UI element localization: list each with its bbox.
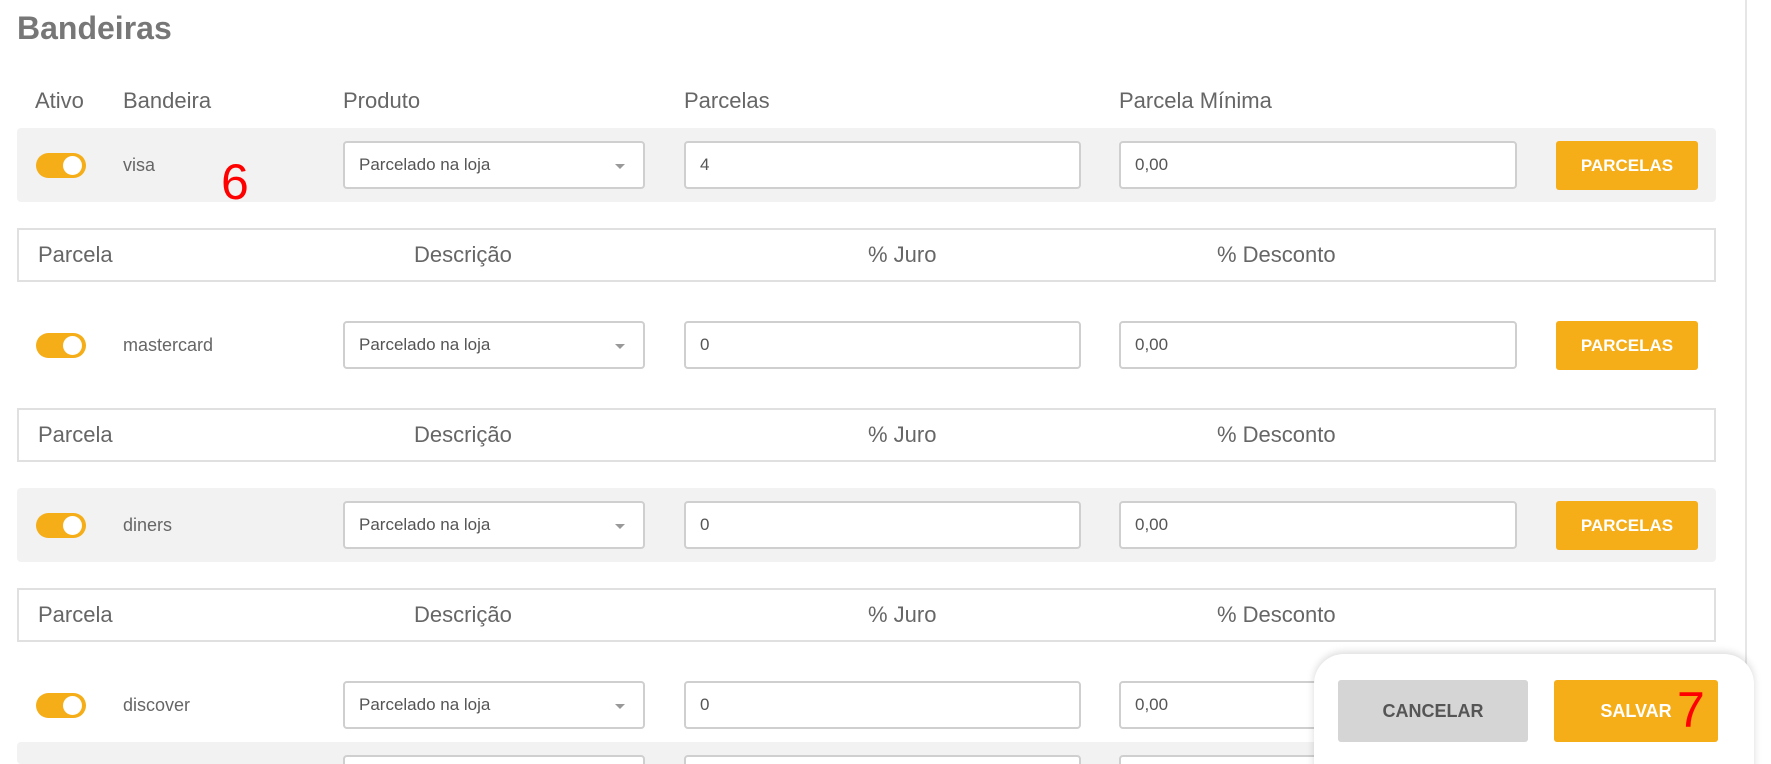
column-header-ativo: Ativo — [35, 88, 84, 113]
installments-table-header: Parcela Descrição % Juro % Desconto — [17, 408, 1716, 462]
produto-select-value: Parcelado na loja — [359, 515, 491, 534]
caret-down-icon — [615, 164, 625, 169]
brand-row-visa: visa Parcelado na loja 4 0,00 PARCELAS — [17, 128, 1716, 202]
sub-header-desconto: % Desconto — [1217, 242, 1336, 267]
sub-header-juro: % Juro — [868, 602, 937, 627]
caret-down-icon — [615, 524, 625, 529]
parcelas-input[interactable]: 0 — [684, 501, 1081, 549]
toggle-knob — [63, 336, 82, 355]
active-toggle[interactable] — [36, 333, 86, 358]
active-toggle[interactable] — [36, 693, 86, 718]
column-header-parcela-minima: Parcela Mínima — [1119, 88, 1272, 113]
sub-header-descricao: Descrição — [414, 602, 512, 627]
sub-header-descricao: Descrição — [414, 242, 512, 267]
active-toggle[interactable] — [36, 153, 86, 178]
column-header-bandeira: Bandeira — [123, 88, 212, 113]
column-header-produto: Produto — [343, 88, 421, 113]
sub-header-juro: % Juro — [868, 422, 937, 447]
produto-select[interactable]: Parcelado na loja — [343, 321, 645, 369]
parcelas-input[interactable]: 0 — [684, 681, 1081, 729]
caret-down-icon — [615, 344, 625, 349]
sub-header-parcela: Parcela — [38, 242, 113, 267]
sub-header-descricao: Descrição — [414, 422, 512, 447]
produto-select[interactable]: Parcelado na loja — [343, 501, 645, 549]
parcelas-button[interactable]: PARCELAS — [1556, 321, 1698, 370]
column-header-parcelas: Parcelas — [684, 88, 770, 113]
parcela-minima-input[interactable]: 0,00 — [1119, 321, 1517, 369]
sub-header-desconto: % Desconto — [1217, 422, 1336, 447]
brand-name: discover — [123, 695, 191, 715]
annotation-marker: 6 — [221, 154, 249, 210]
toggle-knob — [63, 516, 82, 535]
active-toggle[interactable] — [36, 513, 86, 538]
toggle-knob — [63, 156, 82, 175]
brand-name: visa — [123, 155, 156, 175]
produto-select-value: Parcelado na loja — [359, 155, 491, 174]
brand-row-mastercard: mastercard Parcelado na loja 0 0,00 PARC… — [17, 308, 1716, 382]
sub-header-parcela: Parcela — [38, 602, 113, 627]
brand-row-diners: diners Parcelado na loja 0 0,00 PARCELAS — [17, 488, 1716, 562]
cancel-button[interactable]: CANCELAR — [1338, 680, 1528, 742]
produto-select-value: Parcelado na loja — [359, 695, 491, 714]
page-edge-divider — [1745, 0, 1747, 764]
sub-header-parcela: Parcela — [38, 422, 113, 447]
sub-header-juro: % Juro — [868, 242, 937, 267]
parcelas-input[interactable]: 4 — [684, 141, 1081, 189]
parcelas-button[interactable]: PARCELAS — [1556, 141, 1698, 190]
installments-table-header: Parcela Descrição % Juro % Desconto — [17, 228, 1716, 282]
parcelas-input[interactable] — [684, 755, 1081, 764]
toggle-knob — [63, 696, 82, 715]
produto-select[interactable] — [343, 755, 645, 764]
produto-select-value: Parcelado na loja — [359, 335, 491, 354]
caret-down-icon — [615, 704, 625, 709]
section-title: Bandeiras — [17, 10, 172, 46]
produto-select[interactable]: Parcelado na loja — [343, 681, 645, 729]
brand-name: mastercard — [123, 335, 214, 355]
produto-select[interactable]: Parcelado na loja — [343, 141, 645, 189]
parcela-minima-input[interactable]: 0,00 — [1119, 501, 1517, 549]
sub-header-desconto: % Desconto — [1217, 602, 1336, 627]
annotation-marker: 7 — [1677, 682, 1705, 738]
page: Bandeiras Ativo Bandeira Produto Parcela… — [0, 0, 1771, 764]
parcela-minima-input[interactable]: 0,00 — [1119, 141, 1517, 189]
brand-name: diners — [123, 515, 173, 535]
parcelas-button[interactable]: PARCELAS — [1556, 501, 1698, 550]
parcelas-input[interactable]: 0 — [684, 321, 1081, 369]
installments-table-header: Parcela Descrição % Juro % Desconto — [17, 588, 1716, 642]
